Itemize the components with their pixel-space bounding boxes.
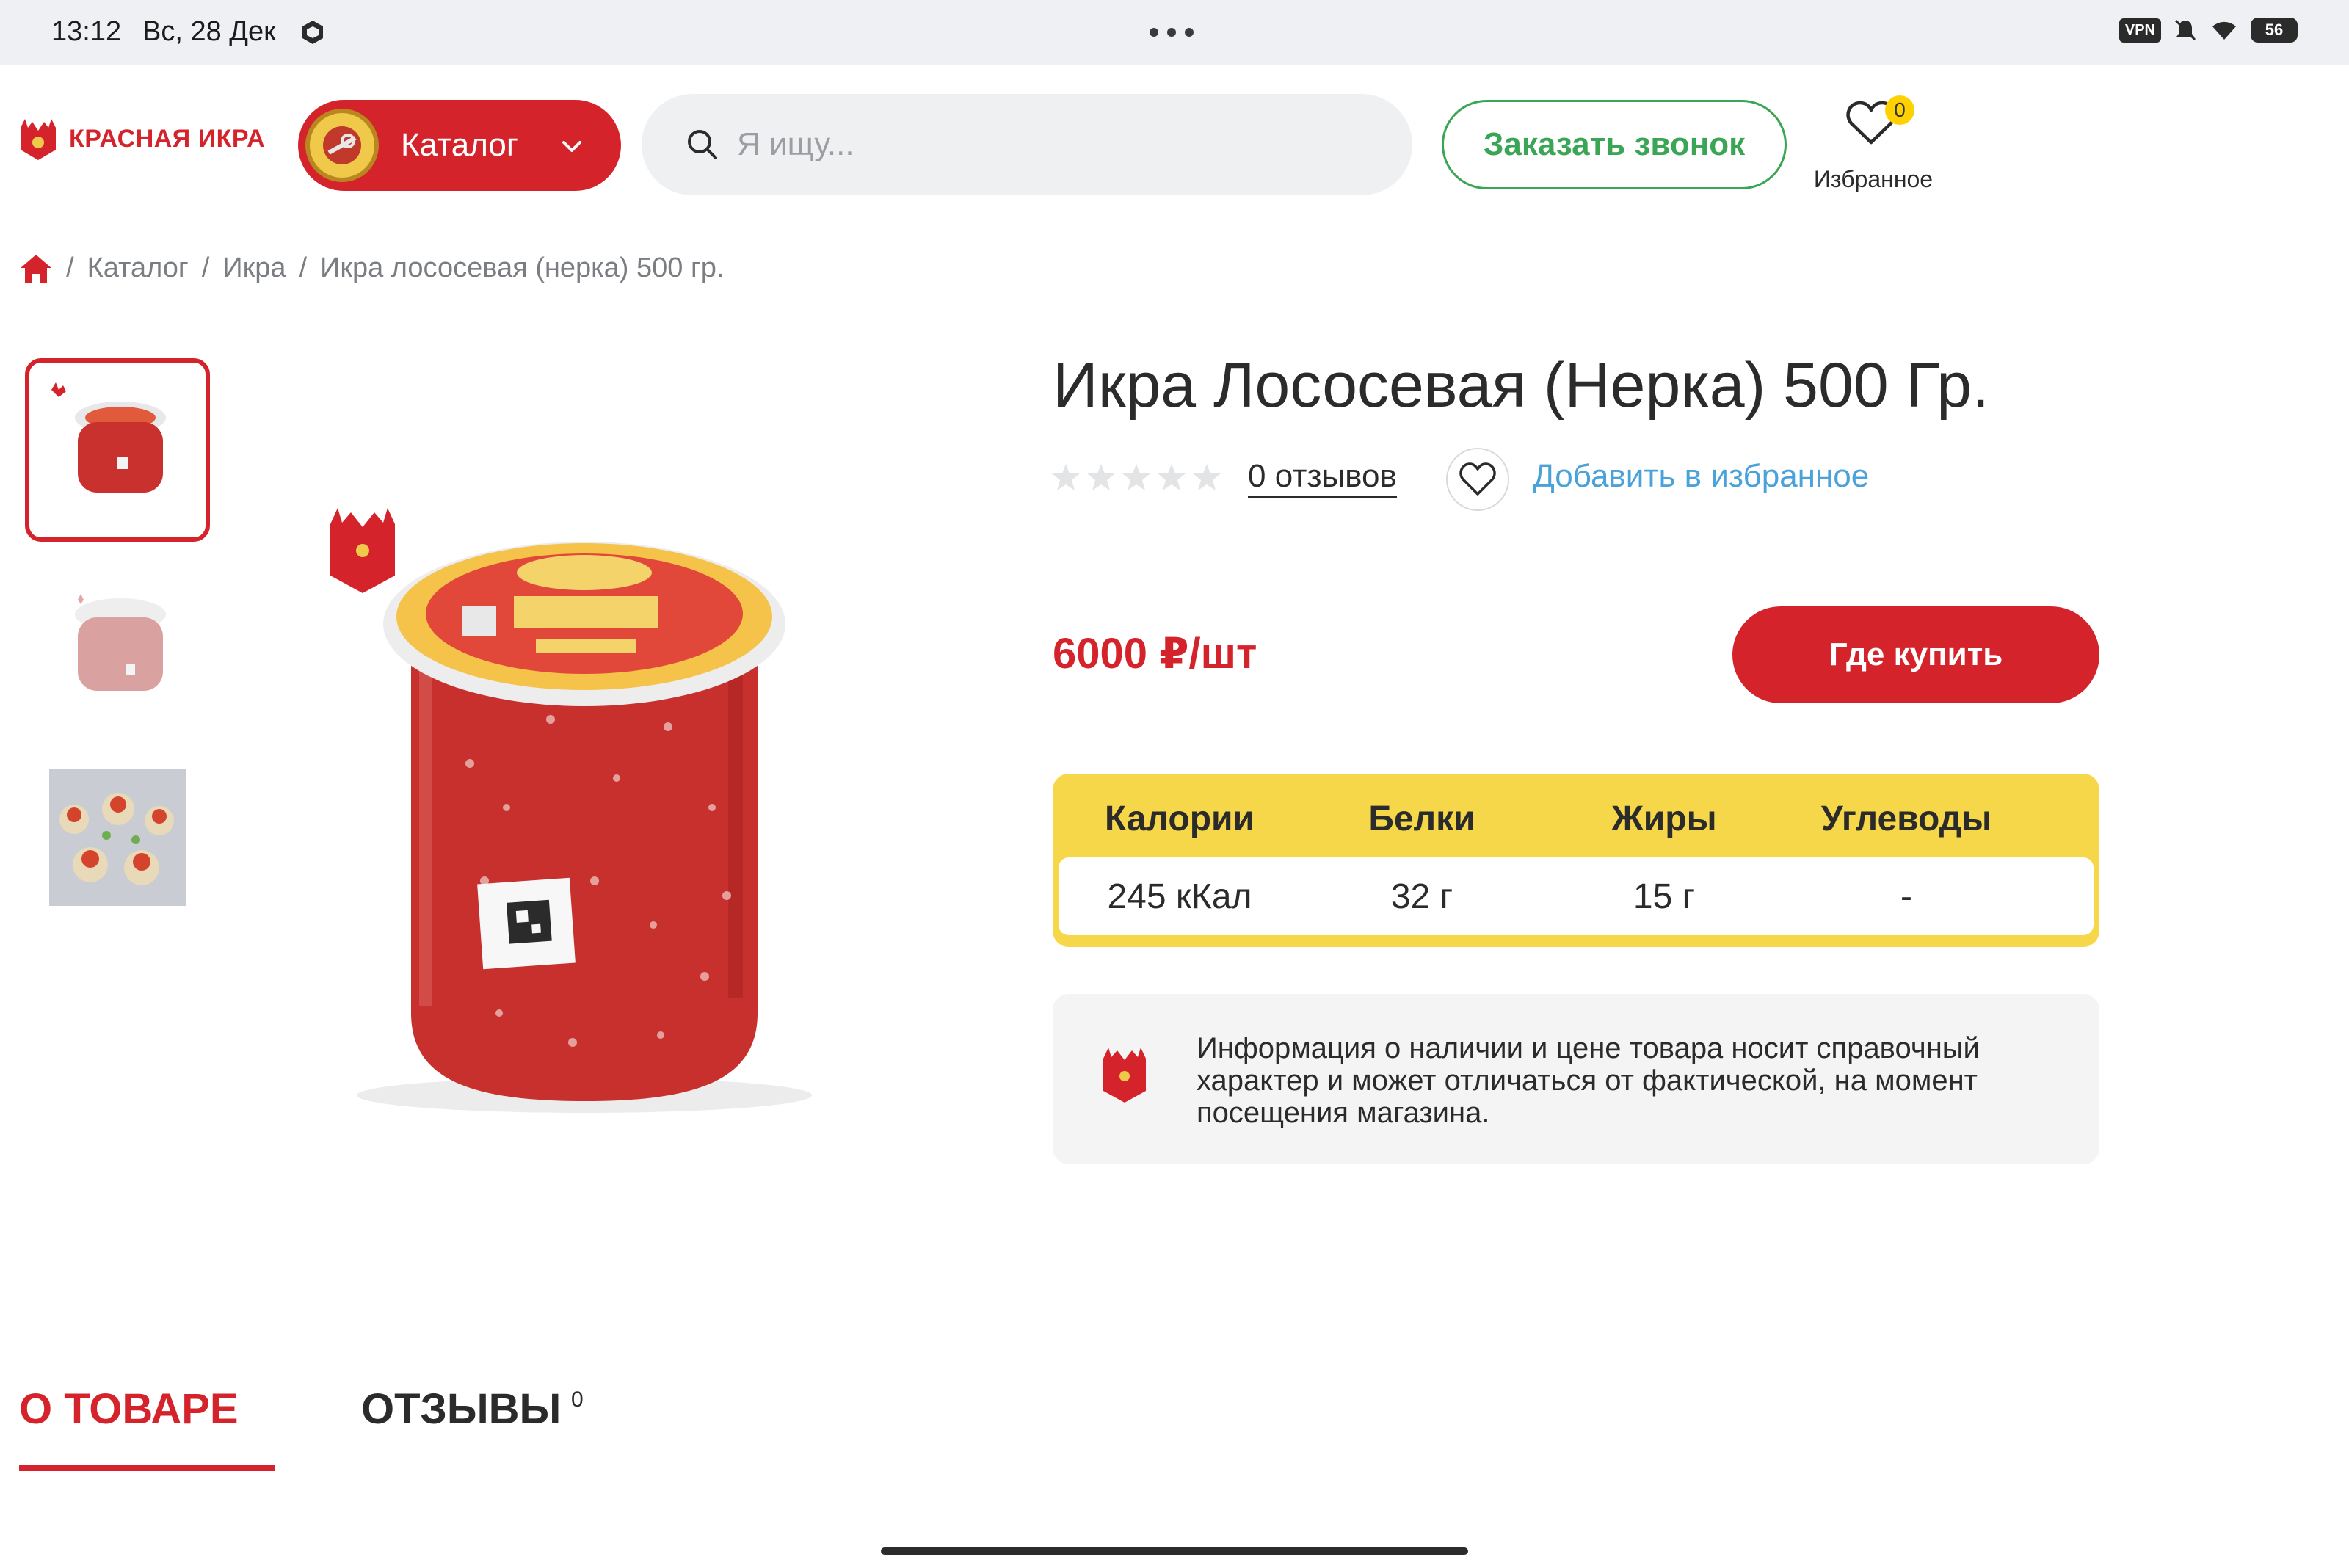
system-status-bar: 13:12 Вс, 28 Дек VPN 56 [0,0,2349,65]
tab-reviews-count: 0 [571,1387,584,1412]
reviews-link[interactable]: 0 отзывов [1248,458,1397,498]
gallery-thumbnail-3[interactable] [25,746,210,929]
rating-stars [1051,462,1221,492]
multitask-dots-icon[interactable] [1150,28,1194,37]
nutrition-value-proteins: 32 г [1390,876,1453,916]
star-icon [1193,464,1221,490]
mute-bell-icon [2174,19,2196,41]
availability-notice: Информация о наличии и цене товара носит… [1053,994,2099,1164]
nutrition-header-carbs: Углеводы [1820,799,1992,838]
catalog-button[interactable]: Каталог [298,100,621,191]
catalog-label: Каталог [401,127,518,163]
nutrition-value-carbs: - [1900,876,1912,916]
vpn-badge: VPN [2119,18,2161,43]
star-icon [1158,464,1186,490]
tab-reviews[interactable]: ОТЗЫВЫ [361,1384,561,1434]
battery-icon: 56 [2251,18,2298,43]
tab-about-product[interactable]: О ТОВАРЕ [19,1384,239,1434]
wifi-icon [2212,21,2236,40]
favorites-label: Избранное [1813,166,1934,192]
star-icon [1052,464,1080,490]
star-icon [1087,464,1115,490]
home-indicator-bar[interactable] [881,1547,1468,1555]
nutrition-header-row: Калории Белки Жиры Углеводы [1059,780,2094,857]
favorites-count-badge: 0 [1885,95,1914,125]
product-jar-faded-thumbnail [75,594,166,691]
notice-text: Информация о наличии и цене товара носит… [1197,1032,1980,1129]
breadcrumb-separator: / [201,253,210,283]
active-tab-indicator [19,1465,275,1471]
product-main-image [357,542,812,1113]
castle-logo-icon [1103,1048,1146,1103]
nutrition-value-calories: 245 кКал [1107,876,1252,916]
where-to-buy-button[interactable]: Где купить [1732,606,2099,703]
add-favorite-heart-button[interactable] [1446,448,1509,511]
nutrition-value-row: 245 кКал 32 г 15 г - [1059,857,2094,935]
nutrition-table: Калории Белки Жиры Углеводы 245 кКал 32 … [1053,774,2099,947]
chevron-down-icon [562,141,581,152]
breadcrumb-catalog[interactable]: Каталог [87,253,189,284]
home-icon[interactable] [19,253,53,284]
breadcrumb-separator: / [66,253,74,283]
order-call-button[interactable]: Заказать звонок [1442,100,1787,189]
product-jar-thumbnail [51,382,166,493]
gallery-thumbnail-2[interactable] [25,552,210,736]
breadcrumb: / Каталог / Икра / Икра лососевая (нерка… [19,253,725,284]
castle-logo-icon [21,119,56,160]
heart-outline-icon [1459,462,1496,496]
status-time: 13:12 [51,16,122,47]
product-price: 6000 ₽/шт [1053,630,1257,678]
search-input[interactable] [737,126,1383,163]
gallery-thumbnail-1[interactable] [25,358,210,542]
nutrition-header-fats: Жиры [1611,799,1717,838]
breadcrumb-ikra[interactable]: Икра [222,253,286,284]
serving-photo-thumbnail [49,769,186,906]
logo-text: КРАСНАЯ ИКРА [69,124,266,153]
product-title: Икра Лососевая (Нерка) 500 Гр. [1053,350,1990,421]
star-icon [1122,464,1150,490]
breadcrumb-separator: / [299,253,308,283]
add-to-favorites-link[interactable]: Добавить в избранное [1533,458,1869,495]
site-logo[interactable]: КРАСНАЯ ИКРА [18,116,265,161]
status-icons: VPN 56 [2119,18,2298,43]
search-icon [688,130,717,159]
search-bar[interactable] [642,94,1412,195]
nutrition-header-calories: Калории [1104,799,1255,838]
nutrition-header-proteins: Белки [1368,799,1475,838]
status-date: Вс, 28 Дек [142,16,276,47]
breadcrumb-current: Икра лососевая (нерка) 500 гр. [320,253,725,283]
favorites-button[interactable]: 0 Избранное [1807,95,1939,198]
nutrition-value-fats: 15 г [1633,876,1696,916]
app-cube-icon [302,21,323,44]
catalog-emblem-icon [305,109,379,182]
